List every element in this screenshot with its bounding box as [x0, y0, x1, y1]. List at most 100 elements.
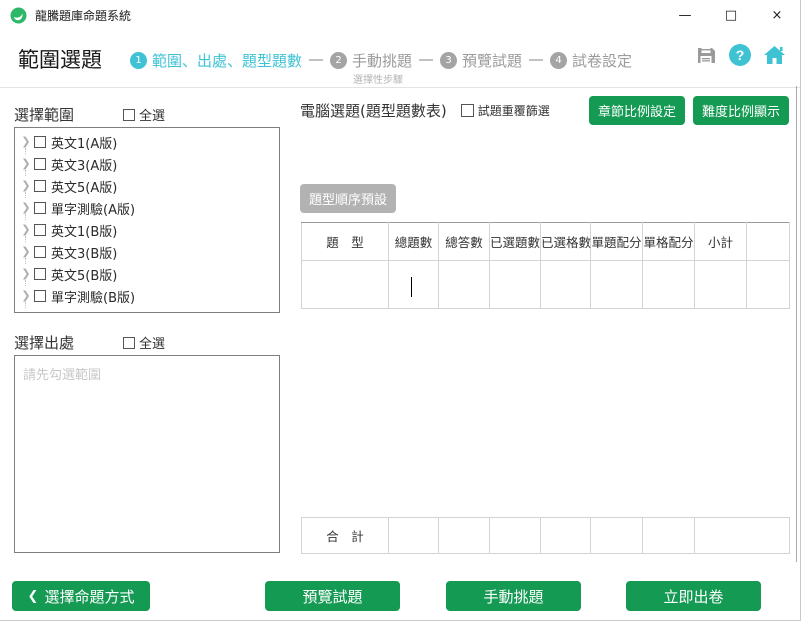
ratio-buttons: 章節比例設定 難度比例顯示 [589, 96, 789, 125]
col-question-type: 題 型 [302, 223, 389, 261]
header-icons: ? [694, 43, 786, 67]
step-2-badge: 2 [330, 52, 347, 69]
cell-extra[interactable] [747, 261, 790, 309]
window-title: 龍騰題庫命題系統 [35, 7, 131, 24]
tree-item-vocab-b[interactable]: ❯ 單字測驗(B版) [19, 285, 279, 307]
checkbox-box [123, 337, 135, 349]
step-2-label: 手動挑題 [352, 52, 412, 70]
step-4-paper-settings: 4 試卷設定 [550, 50, 632, 71]
item-checkbox[interactable] [34, 224, 46, 236]
step-1-range: 1 範圍、出處、題型題數 [130, 50, 302, 71]
chevron-right-icon[interactable]: ❯ [19, 246, 33, 258]
generate-paper-button[interactable]: 立即出卷 [626, 581, 761, 611]
tree-item-english1a[interactable]: ❯ 英文1(A版) [19, 131, 279, 153]
source-section-header: 選擇出處 全選 [14, 332, 280, 353]
item-checkbox[interactable] [34, 202, 46, 214]
item-checkbox[interactable] [34, 246, 46, 258]
chevron-right-icon[interactable]: ❯ [19, 290, 33, 302]
step-3-preview: 3 預覽試題 [440, 50, 522, 71]
range-select-all-checkbox[interactable]: 全選 [123, 105, 165, 124]
computer-selection-header: 電腦選題(題型題數表) 試題重覆篩選 章節比例設定 難度比例顯示 [300, 96, 789, 125]
item-checkbox[interactable] [34, 158, 46, 170]
range-title: 選擇範圍 [14, 104, 74, 125]
tree-item-vocab-a[interactable]: ❯ 單字測驗(A版) [19, 197, 279, 219]
cell-total-questions[interactable] [389, 261, 439, 309]
total-points-per-question-value [591, 518, 643, 554]
item-checkbox[interactable] [34, 136, 46, 148]
wizard-steps: 1 範圍、出處、題型題數 2 手動挑題 選擇性步驟 3 預覽試題 4 試卷設定 [130, 42, 632, 78]
total-selected-questions-value [490, 518, 541, 554]
step-1-label: 範圍、出處、題型題數 [152, 52, 302, 70]
app-window: 龍騰題庫命題系統 — □ × 範圍選題 1 範圍、出處、題型題數 2 手動挑題 … [0, 0, 801, 621]
minimize-button[interactable]: — [662, 0, 708, 30]
total-label: 合 計 [302, 518, 389, 554]
close-button[interactable]: × [754, 0, 800, 30]
chevron-right-icon[interactable]: ❯ [19, 202, 33, 214]
tree-item-english1b[interactable]: ❯ 英文1(B版) [19, 219, 279, 241]
item-checkbox[interactable] [34, 180, 46, 192]
cell-subtotal[interactable] [695, 261, 747, 309]
chevron-right-icon[interactable]: ❯ [19, 268, 33, 280]
col-extra [747, 223, 790, 261]
page-title: 範圍選題 [18, 44, 102, 74]
col-selected-blanks: 已選格數 [541, 223, 591, 261]
range-section-header: 選擇範圍 全選 [14, 104, 280, 125]
total-points-per-blank-value [643, 518, 695, 554]
cell-points-per-question[interactable] [591, 261, 643, 309]
total-selected-blanks-value [541, 518, 591, 554]
back-to-method-button[interactable]: ❮ 選擇命題方式 [12, 581, 150, 611]
tree-item-english3b[interactable]: ❯ 英文3(B版) [19, 241, 279, 263]
manual-pick-button[interactable]: 手動挑題 [446, 581, 581, 611]
item-checkbox[interactable] [34, 290, 46, 302]
duplicate-filter-checkbox[interactable]: 試題重覆篩選 [461, 102, 550, 119]
save-icon[interactable] [694, 43, 718, 67]
cell-points-per-blank[interactable] [643, 261, 695, 309]
difficulty-ratio-button[interactable]: 難度比例顯示 [693, 96, 789, 125]
table-row [302, 261, 790, 309]
question-type-table: 題 型 總題數 總答數 已選題數 已選格數 單題配分 單格配分 小計 [301, 222, 790, 309]
chevron-right-icon[interactable]: ❯ [19, 180, 33, 192]
cell-selected-questions[interactable] [490, 261, 541, 309]
range-tree[interactable]: ❯ 英文1(A版) ❯ 英文3(A版) ❯ 英文5(A版) ❯ 單字測驗(A版)… [14, 127, 280, 313]
help-icon[interactable]: ? [728, 43, 752, 67]
panel-right-border [796, 86, 797, 562]
chapter-ratio-button[interactable]: 章節比例設定 [589, 96, 685, 125]
tree-item-english5a[interactable]: ❯ 英文5(A版) [19, 175, 279, 197]
col-points-per-blank: 單格配分 [643, 223, 695, 261]
checkbox-box [123, 109, 135, 121]
cell-question-type[interactable] [302, 261, 389, 309]
app-logo-icon [10, 7, 27, 24]
preview-questions-button[interactable]: 預覽試題 [265, 581, 400, 611]
chevron-right-icon[interactable]: ❯ [19, 158, 33, 170]
cell-total-answers[interactable] [439, 261, 490, 309]
col-points-per-question: 單題配分 [591, 223, 643, 261]
step-separator [529, 59, 543, 61]
total-questions-value [389, 518, 439, 554]
step-3-label: 預覽試題 [462, 52, 522, 70]
source-title: 選擇出處 [14, 332, 74, 353]
item-checkbox[interactable] [34, 268, 46, 280]
step-3-badge: 3 [440, 52, 457, 69]
tree-item-english3a[interactable]: ❯ 英文3(A版) [19, 153, 279, 175]
col-total-answers: 總答數 [439, 223, 490, 261]
step-separator [309, 59, 323, 61]
total-row: 合 計 [302, 518, 790, 554]
source-list-box[interactable]: 請先勾選範圍 [14, 355, 280, 553]
checkbox-box [461, 104, 474, 117]
source-select-all-checkbox[interactable]: 全選 [123, 333, 165, 352]
cell-selected-blanks[interactable] [541, 261, 591, 309]
computer-selection-title: 電腦選題(題型題數表) [300, 100, 447, 121]
title-bar: 龍騰題庫命題系統 — □ × [0, 0, 800, 30]
app-header: 範圍選題 1 範圍、出處、題型題數 2 手動挑題 選擇性步驟 3 預覽試題 4 [0, 30, 800, 88]
step-4-label: 試卷設定 [572, 52, 632, 70]
step-4-badge: 4 [550, 52, 567, 69]
question-order-preset-button[interactable]: 題型順序預設 [300, 184, 396, 213]
tree-item-english5b[interactable]: ❯ 英文5(B版) [19, 263, 279, 285]
home-icon[interactable] [762, 43, 786, 67]
maximize-button[interactable]: □ [708, 0, 754, 30]
total-subtotal-value [695, 518, 790, 554]
total-answers-value [439, 518, 490, 554]
step-1-badge: 1 [130, 52, 147, 69]
chevron-right-icon[interactable]: ❯ [19, 224, 33, 236]
chevron-right-icon[interactable]: ❯ [19, 136, 33, 148]
